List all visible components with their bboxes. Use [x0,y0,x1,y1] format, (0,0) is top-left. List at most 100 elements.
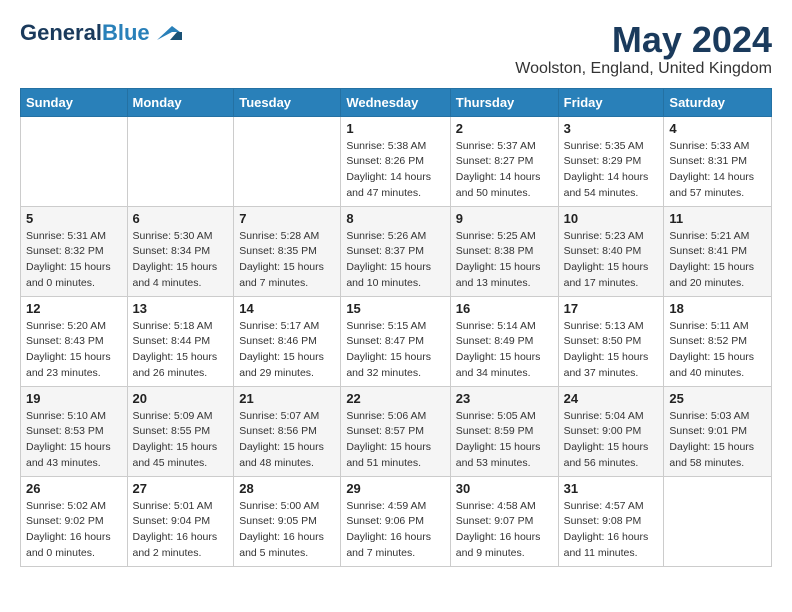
calendar-cell: 6 Sunrise: 5:30 AMSunset: 8:34 PMDaylight… [127,206,234,296]
day-number: 28 [239,481,335,496]
day-number: 6 [133,211,229,226]
calendar-cell: 13 Sunrise: 5:18 AMSunset: 8:44 PMDayligh… [127,296,234,386]
calendar-cell [234,116,341,206]
calendar-cell: 21 Sunrise: 5:07 AMSunset: 8:56 PMDayligh… [234,386,341,476]
day-number: 9 [456,211,553,226]
day-number: 19 [26,391,122,406]
calendar-cell: 29Sunrise: 4:59 AMSunset: 9:06 PMDayligh… [341,476,450,566]
calendar-cell [664,476,772,566]
cell-info: Sunrise: 5:38 AMSunset: 8:26 PMDaylight:… [346,139,444,202]
calendar-cell: 27 Sunrise: 5:01 AMSunset: 9:04 PMDayligh… [127,476,234,566]
calendar-cell: 24 Sunrise: 5:04 AMSunset: 9:00 PMDayligh… [558,386,664,476]
page-header: General Blue May 2024 Woolston, England,… [20,20,772,78]
calendar-cell: 4 Sunrise: 5:33 AMSunset: 8:31 PMDaylight… [664,116,772,206]
calendar-cell: 20 Sunrise: 5:09 AMSunset: 8:55 PMDayligh… [127,386,234,476]
header-saturday: Saturday [664,88,772,116]
cell-info: Sunrise: 4:58 AMSunset: 9:07 PMDaylight:… [456,499,553,562]
day-number: 22 [346,391,444,406]
cell-info: Sunrise: 5:23 AMSunset: 8:40 PMDaylight:… [564,229,659,292]
cell-info: Sunrise: 5:37 AMSunset: 8:27 PMDaylight:… [456,139,553,202]
calendar-cell [21,116,128,206]
header-wednesday: Wednesday [341,88,450,116]
cell-info: Sunrise: 5:18 AMSunset: 8:44 PMDaylight:… [133,319,229,382]
day-number: 23 [456,391,553,406]
cell-info: Sunrise: 5:04 AMSunset: 9:00 PMDaylight:… [564,409,659,472]
day-number: 11 [669,211,766,226]
calendar-cell: 2 Sunrise: 5:37 AMSunset: 8:27 PMDaylight… [450,116,558,206]
calendar-cell: 14 Sunrise: 5:17 AMSunset: 8:46 PMDayligh… [234,296,341,386]
day-number: 21 [239,391,335,406]
cell-info: Sunrise: 5:01 AMSunset: 9:04 PMDaylight:… [133,499,229,562]
logo: General Blue [20,20,182,46]
day-number: 5 [26,211,122,226]
calendar-week-row: 5 Sunrise: 5:31 AMSunset: 8:32 PMDaylight… [21,206,772,296]
calendar-cell: 31 Sunrise: 4:57 AMSunset: 9:08 PMDayligh… [558,476,664,566]
day-number: 31 [564,481,659,496]
cell-info: Sunrise: 5:28 AMSunset: 8:35 PMDaylight:… [239,229,335,292]
calendar-table: SundayMondayTuesdayWednesdayThursdayFrid… [20,88,772,567]
cell-info: Sunrise: 5:26 AMSunset: 8:37 PMDaylight:… [346,229,444,292]
month-title: May 2024 [515,20,772,60]
day-number: 26 [26,481,122,496]
cell-info: Sunrise: 5:10 AMSunset: 8:53 PMDaylight:… [26,409,122,472]
calendar-week-row: 12 Sunrise: 5:20 AMSunset: 8:43 PMDayligh… [21,296,772,386]
day-number: 29 [346,481,444,496]
cell-info: Sunrise: 5:07 AMSunset: 8:56 PMDaylight:… [239,409,335,472]
header-monday: Monday [127,88,234,116]
cell-info: Sunrise: 5:00 AMSunset: 9:05 PMDaylight:… [239,499,335,562]
cell-info: Sunrise: 5:13 AMSunset: 8:50 PMDaylight:… [564,319,659,382]
calendar-header-row: SundayMondayTuesdayWednesdayThursdayFrid… [21,88,772,116]
calendar-week-row: 19 Sunrise: 5:10 AMSunset: 8:53 PMDayligh… [21,386,772,476]
title-block: May 2024 Woolston, England, United Kingd… [515,20,772,78]
day-number: 8 [346,211,444,226]
cell-info: Sunrise: 5:11 AMSunset: 8:52 PMDaylight:… [669,319,766,382]
cell-info: Sunrise: 4:57 AMSunset: 9:08 PMDaylight:… [564,499,659,562]
cell-info: Sunrise: 5:03 AMSunset: 9:01 PMDaylight:… [669,409,766,472]
day-number: 4 [669,121,766,136]
calendar-week-row: 1 Sunrise: 5:38 AMSunset: 8:26 PMDaylight… [21,116,772,206]
calendar-cell: 28 Sunrise: 5:00 AMSunset: 9:05 PMDayligh… [234,476,341,566]
day-number: 25 [669,391,766,406]
cell-info: Sunrise: 5:20 AMSunset: 8:43 PMDaylight:… [26,319,122,382]
day-number: 16 [456,301,553,316]
day-number: 1 [346,121,444,136]
calendar-cell: 11 Sunrise: 5:21 AMSunset: 8:41 PMDayligh… [664,206,772,296]
header-tuesday: Tuesday [234,88,341,116]
cell-info: Sunrise: 5:31 AMSunset: 8:32 PMDaylight:… [26,229,122,292]
day-number: 13 [133,301,229,316]
calendar-cell: 16 Sunrise: 5:14 AMSunset: 8:49 PMDayligh… [450,296,558,386]
cell-info: Sunrise: 5:21 AMSunset: 8:41 PMDaylight:… [669,229,766,292]
day-number: 20 [133,391,229,406]
day-number: 12 [26,301,122,316]
day-number: 24 [564,391,659,406]
calendar-cell: 30Sunrise: 4:58 AMSunset: 9:07 PMDayligh… [450,476,558,566]
cell-info: Sunrise: 5:14 AMSunset: 8:49 PMDaylight:… [456,319,553,382]
calendar-cell: 26 Sunrise: 5:02 AMSunset: 9:02 PMDayligh… [21,476,128,566]
day-number: 27 [133,481,229,496]
calendar-cell: 7 Sunrise: 5:28 AMSunset: 8:35 PMDaylight… [234,206,341,296]
day-number: 15 [346,301,444,316]
location-title: Woolston, England, United Kingdom [515,60,772,78]
day-number: 2 [456,121,553,136]
cell-info: Sunrise: 5:05 AMSunset: 8:59 PMDaylight:… [456,409,553,472]
cell-info: Sunrise: 5:02 AMSunset: 9:02 PMDaylight:… [26,499,122,562]
cell-info: Sunrise: 5:25 AMSunset: 8:38 PMDaylight:… [456,229,553,292]
day-number: 7 [239,211,335,226]
cell-info: Sunrise: 5:33 AMSunset: 8:31 PMDaylight:… [669,139,766,202]
cell-info: Sunrise: 5:17 AMSunset: 8:46 PMDaylight:… [239,319,335,382]
calendar-cell: 8 Sunrise: 5:26 AMSunset: 8:37 PMDaylight… [341,206,450,296]
header-thursday: Thursday [450,88,558,116]
calendar-cell: 15Sunrise: 5:15 AMSunset: 8:47 PMDayligh… [341,296,450,386]
cell-info: Sunrise: 5:30 AMSunset: 8:34 PMDaylight:… [133,229,229,292]
calendar-cell: 1 Sunrise: 5:38 AMSunset: 8:26 PMDaylight… [341,116,450,206]
calendar-cell: 19 Sunrise: 5:10 AMSunset: 8:53 PMDayligh… [21,386,128,476]
day-number: 3 [564,121,659,136]
cell-info: Sunrise: 5:35 AMSunset: 8:29 PMDaylight:… [564,139,659,202]
calendar-cell: 22 Sunrise: 5:06 AMSunset: 8:57 PMDayligh… [341,386,450,476]
day-number: 14 [239,301,335,316]
calendar-cell: 18Sunrise: 5:11 AMSunset: 8:52 PMDayligh… [664,296,772,386]
calendar-cell: 9 Sunrise: 5:25 AMSunset: 8:38 PMDaylight… [450,206,558,296]
cell-info: Sunrise: 5:06 AMSunset: 8:57 PMDaylight:… [346,409,444,472]
cell-info: Sunrise: 5:09 AMSunset: 8:55 PMDaylight:… [133,409,229,472]
day-number: 10 [564,211,659,226]
